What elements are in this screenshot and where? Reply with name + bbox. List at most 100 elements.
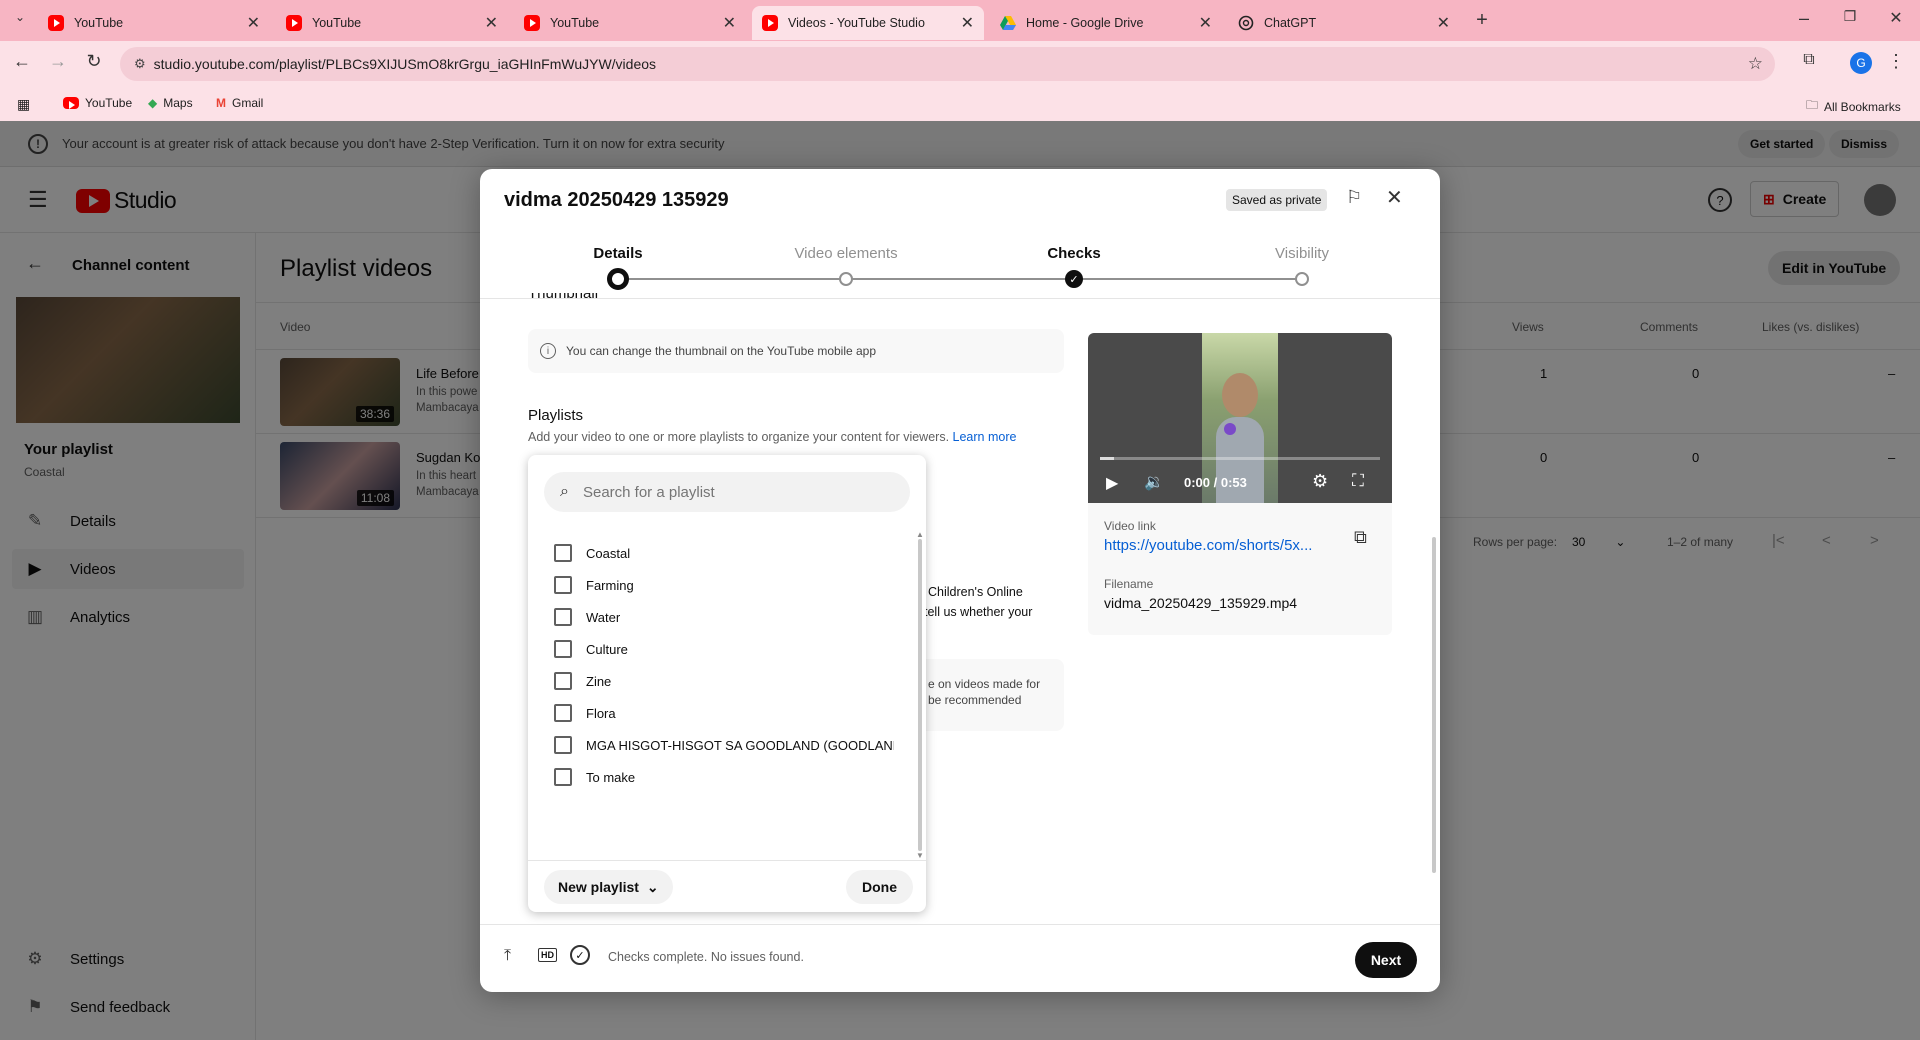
playlist-option-coastal[interactable]: Coastal [554,541,630,565]
forward-icon[interactable]: → [46,51,70,72]
close-tab-icon[interactable]: ✕ [485,13,498,33]
video-progress-fill [1100,457,1114,460]
back-icon[interactable]: ← [10,51,34,72]
chatgpt-icon [1238,15,1254,31]
bookmark-maps[interactable]: ◆ Maps [148,96,193,110]
step-details[interactable]: Details [548,245,688,262]
checkmark-icon[interactable]: ✓ [1065,270,1083,288]
playlist-option-farming[interactable]: Farming [554,573,634,597]
audience-text: tell us whether your [924,605,1033,619]
apps-grid-icon[interactable]: ▦ [17,96,30,113]
volume-icon[interactable]: 🔉 [1144,472,1164,492]
close-tab-icon[interactable]: ✕ [723,13,736,33]
dialog-footer: ⤒ HD ✓ Checks complete. No issues found.… [480,924,1440,992]
report-flag-icon[interactable]: ⚐ [1346,187,1362,208]
playlist-option-culture[interactable]: Culture [554,637,628,661]
bookmark-youtube[interactable]: YouTube [63,96,132,110]
playlist-search[interactable]: ⌕ [544,472,910,512]
hd-icon[interactable]: HD [538,948,557,962]
step-video-elements[interactable]: Video elements [776,245,916,262]
footer-status: Checks complete. No issues found. [608,950,804,964]
dialog-title: vidma 20250429 135929 [504,189,729,211]
close-dialog-icon[interactable]: ✕ [1386,185,1403,210]
playlist-search-input[interactable] [582,483,863,501]
step-details-dot[interactable] [607,268,629,290]
playlists-description: Add your video to one or more playlists … [528,430,1017,444]
video-progress-track[interactable] [1100,457,1380,460]
done-button[interactable]: Done [846,870,913,904]
scroll-up-icon[interactable]: ▲ [916,530,924,539]
close-tab-icon[interactable]: ✕ [247,13,260,33]
checkbox[interactable] [554,608,572,626]
checkbox[interactable] [554,576,572,594]
checks-complete-icon[interactable]: ✓ [570,945,590,965]
tab-google-drive[interactable]: Home - Google Drive ✕ [990,6,1222,40]
video-link-label: Video link [1104,519,1156,533]
tab-youtube-1[interactable]: YouTube ✕ [38,6,270,40]
tab-chatgpt[interactable]: ChatGPT ✕ [1228,6,1460,40]
extensions-icon[interactable]: ⧉ [1797,51,1821,69]
step-visibility-dot[interactable] [1295,272,1309,286]
profile-avatar[interactable]: G [1850,52,1872,74]
tab-youtube-2[interactable]: YouTube ✕ [276,6,508,40]
checkbox[interactable] [554,736,572,754]
next-button[interactable]: Next [1355,942,1417,978]
step-visibility[interactable]: Visibility [1232,245,1372,262]
learn-more-link[interactable]: Learn more [953,430,1017,444]
gmail-icon: M [216,96,226,110]
checkbox[interactable] [554,640,572,658]
youtube-icon [63,97,79,109]
reload-icon[interactable]: ↻ [82,51,106,72]
close-tab-icon[interactable]: ✕ [961,13,974,33]
youtube-icon [48,15,64,31]
playlist-scrollbar[interactable] [918,539,922,851]
video-player[interactable]: ▶ 🔉 0:00 / 0:53 ⚙ ⛶ [1088,333,1392,503]
video-settings-icon[interactable]: ⚙ [1312,471,1328,492]
tab-search-chevron-icon[interactable]: ⌄ [8,10,32,24]
checkbox[interactable] [554,704,572,722]
tab-youtube-3[interactable]: YouTube ✕ [514,6,746,40]
new-tab-icon[interactable]: + [1470,9,1494,32]
upload-icon[interactable]: ⤒ [504,947,511,965]
play-icon[interactable]: ▶ [1106,473,1118,493]
playlist-picker-footer: New playlist ⌄ Done [528,860,926,912]
site-info-icon[interactable]: ⚙ [134,56,146,72]
chevron-down-icon: ⌄ [646,878,659,895]
fullscreen-icon[interactable]: ⛶ [1352,471,1364,491]
all-bookmarks[interactable]: 🗀 All Bookmarks [1806,96,1901,117]
checkbox[interactable] [554,768,572,786]
stepper-line [1074,278,1302,280]
google-drive-icon [1000,15,1016,31]
audience-text: Children's Online [928,585,1023,599]
video-link[interactable]: https://youtube.com/shorts/5x... [1104,537,1312,554]
new-playlist-button[interactable]: New playlist ⌄ [544,870,673,904]
close-tab-icon[interactable]: ✕ [1199,13,1212,33]
url-text: studio.youtube.com/playlist/PLBCs9XIJUSm… [153,56,657,72]
checkbox[interactable] [554,672,572,690]
playlist-option-zine[interactable]: Zine [554,669,611,693]
upload-stepper: Details Video elements Checks ✓ Visibili… [480,231,1440,299]
playlist-option-flora[interactable]: Flora [554,701,616,725]
playlist-option-water[interactable]: Water [554,605,620,629]
bookmarks-bar: ▦ YouTube ◆ Maps M Gmail 🗀 All Bookmarks [0,87,1920,121]
minimize-icon[interactable]: – [1792,8,1816,29]
playlists-section-title: Playlists [528,407,584,424]
playlist-option-goodland[interactable]: MGA HISGOT-HISGOT SA GOODLAND (GOODLAND … [554,733,894,757]
address-bar[interactable]: ⚙ studio.youtube.com/playlist/PLBCs9XIJU… [120,47,1775,81]
tab-youtube-studio[interactable]: Videos - YouTube Studio ✕ [752,6,984,40]
thumbnail-info-box: i You can change the thumbnail on the Yo… [528,329,1064,373]
step-checks[interactable]: Checks [1004,245,1144,262]
copy-icon[interactable]: ⧉ [1354,527,1367,548]
saved-status-badge: Saved as private [1226,189,1328,211]
close-tab-icon[interactable]: ✕ [1437,13,1450,33]
step-video-elements-dot[interactable] [839,272,853,286]
browser-menu-icon[interactable]: ⋮ [1884,51,1908,72]
dialog-scrollbar[interactable] [1432,537,1436,873]
bookmark-gmail[interactable]: M Gmail [216,96,263,110]
checkbox[interactable] [554,544,572,562]
scroll-down-icon[interactable]: ▼ [916,851,924,860]
restore-icon[interactable]: ❐ [1838,8,1862,25]
bookmark-star-icon[interactable]: ☆ [1748,54,1763,74]
playlist-option-to-make[interactable]: To make [554,765,635,789]
window-close-icon[interactable]: ✕ [1884,8,1908,28]
